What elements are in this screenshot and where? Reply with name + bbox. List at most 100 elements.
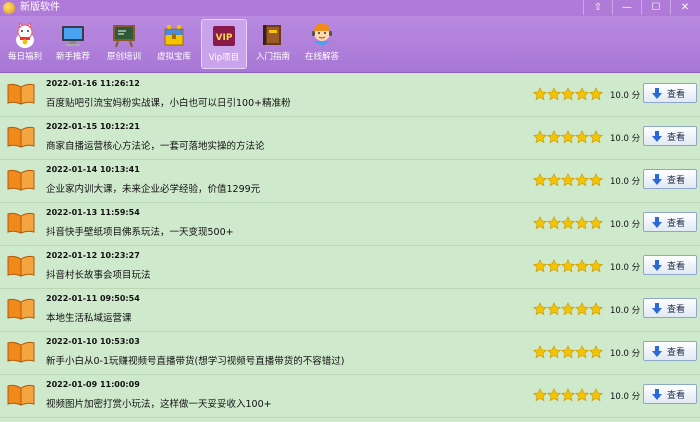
star-icon — [588, 344, 604, 359]
star-icon — [588, 129, 604, 144]
list-item[interactable]: 2022-01-13 11:59:54 抖音快手壁纸项目佛系玩法，一天变现500+… — [0, 202, 700, 246]
item-date: 2022-01-10 10:53:03 — [46, 337, 140, 346]
star-icon — [588, 172, 604, 187]
book-icon — [6, 255, 36, 277]
star-icon — [532, 86, 548, 101]
item-title: 本地生活私域运营课 — [46, 313, 132, 324]
list-item[interactable]: 2022-01-12 10:23:27 抖音村长故事会项目玩法 10.0 分 查看 — [0, 245, 700, 289]
star-icon — [560, 258, 576, 273]
star-icon — [546, 387, 562, 402]
item-date: 2022-01-14 10:13:41 — [46, 165, 140, 174]
star-icon — [560, 344, 576, 359]
star-icon — [546, 258, 562, 273]
item-date: 2022-01-16 11:26:12 — [46, 79, 140, 88]
window-title: 新版软件 — [20, 2, 60, 13]
view-button[interactable]: 查看 — [643, 341, 697, 361]
upload-button[interactable]: ⇧ — [583, 0, 612, 15]
star-icon — [532, 344, 548, 359]
item-score: 10.0 分 — [610, 220, 641, 230]
star-icon — [560, 215, 576, 230]
star-icon — [574, 129, 590, 144]
download-arrow-icon — [652, 217, 662, 228]
star-icon — [546, 344, 562, 359]
tool-vip-projects[interactable]: VIP Vip项目 — [201, 19, 247, 69]
item-score: 10.0 分 — [610, 177, 641, 187]
star-icon — [588, 215, 604, 230]
vip-icon: VIP — [210, 22, 238, 50]
item-score: 10.0 分 — [610, 134, 641, 144]
view-button[interactable]: 查看 — [643, 255, 697, 275]
view-label: 查看 — [667, 390, 686, 400]
item-score: 10.0 分 — [610, 392, 641, 402]
star-icon — [532, 172, 548, 187]
item-score: 10.0 分 — [610, 306, 641, 316]
list-item[interactable]: 2022-01-14 10:13:41 企业家内训大课，未来企业必学经验，价值12… — [0, 159, 700, 203]
minimize-button[interactable]: — — [612, 0, 641, 15]
tool-online-support[interactable]: 在线解答 — [299, 19, 345, 69]
item-date: 2022-01-09 11:00:09 — [46, 380, 140, 389]
rating-stars — [532, 387, 604, 403]
star-icon — [546, 172, 562, 187]
star-icon — [546, 86, 562, 101]
rating-stars — [532, 86, 604, 102]
star-icon — [560, 86, 576, 101]
treasure-chest-icon — [160, 21, 188, 49]
star-icon — [532, 387, 548, 402]
view-label: 查看 — [667, 218, 686, 228]
rating-stars — [532, 344, 604, 360]
star-icon — [532, 129, 548, 144]
item-title: 百度贴吧引流宝妈粉实战课，小白也可以日引100+精准粉 — [46, 98, 291, 109]
star-icon — [560, 129, 576, 144]
support-agent-icon — [308, 21, 336, 49]
view-button[interactable]: 查看 — [643, 212, 697, 232]
list-item[interactable]: 2022-01-09 11:00:09 视频图片加密打赏小玩法，这样做一天妥妥收入… — [0, 374, 700, 418]
book-icon — [6, 384, 36, 406]
download-arrow-icon — [652, 88, 662, 99]
tool-virtual-treasury[interactable]: 虚拟宝库 — [151, 19, 197, 69]
item-date: 2022-01-15 10:12:21 — [46, 122, 140, 131]
list-item[interactable]: 2022-01-10 10:53:03 新手小白从0-1玩赚视频号直播带货(想学习… — [0, 331, 700, 375]
view-button[interactable]: 查看 — [643, 83, 697, 103]
tool-label: Vip项目 — [208, 53, 240, 63]
item-title: 视频图片加密打赏小玩法，这样做一天妥妥收入100+ — [46, 399, 272, 410]
view-button[interactable]: 查看 — [643, 169, 697, 189]
toolbar: 每日福利 新手推荐 原创培训 虚拟宝库 VIP Vip项目 入门指南 在线解答 — [0, 16, 700, 73]
star-icon — [574, 215, 590, 230]
star-icon — [574, 258, 590, 273]
view-button[interactable]: 查看 — [643, 298, 697, 318]
tool-label: 原创培训 — [106, 52, 141, 62]
tool-newbie-recommend[interactable]: 新手推荐 — [50, 19, 96, 69]
item-title: 企业家内训大课，未来企业必学经验，价值1299元 — [46, 184, 261, 195]
star-icon — [532, 258, 548, 273]
list-item[interactable]: 2022-01-11 09:50:54 本地生活私域运营课 10.0 分 查看 — [0, 288, 700, 332]
tool-getting-started[interactable]: 入门指南 — [250, 19, 296, 69]
download-arrow-icon — [652, 389, 662, 400]
list-item[interactable]: 2022-01-16 11:26:12 百度贴吧引流宝妈粉实战课，小白也可以日引1… — [0, 73, 700, 117]
book-icon — [6, 298, 36, 320]
item-score: 10.0 分 — [610, 349, 641, 359]
guide-book-icon — [259, 21, 287, 49]
list-item[interactable]: 2022-01-15 10:12:21 商家自播运营核心方法论，一套可落地实操的方… — [0, 116, 700, 160]
vip-badge-text: VIP — [216, 33, 233, 43]
view-label: 查看 — [667, 132, 686, 142]
view-button[interactable]: 查看 — [643, 384, 697, 404]
tool-original-training[interactable]: 原创培训 — [101, 19, 147, 69]
star-icon — [560, 301, 576, 316]
star-icon — [546, 215, 562, 230]
item-title: 抖音村长故事会项目玩法 — [46, 270, 151, 281]
tool-daily-welfare[interactable]: 每日福利 — [2, 19, 48, 69]
star-icon — [546, 129, 562, 144]
download-arrow-icon — [652, 260, 662, 271]
star-icon — [574, 387, 590, 402]
close-button[interactable]: ✕ — [670, 0, 699, 15]
view-button[interactable]: 查看 — [643, 126, 697, 146]
monitor-icon — [59, 21, 87, 49]
star-icon — [560, 172, 576, 187]
app-logo-icon — [3, 2, 15, 14]
item-title: 商家自播运营核心方法论，一套可落地实操的方法论 — [46, 141, 265, 152]
maximize-button[interactable]: ☐ — [641, 0, 670, 15]
book-icon — [6, 126, 36, 148]
title-bar: 新版软件 ⇧ — ☐ ✕ — [0, 0, 700, 16]
star-icon — [532, 301, 548, 316]
rating-stars — [532, 215, 604, 231]
